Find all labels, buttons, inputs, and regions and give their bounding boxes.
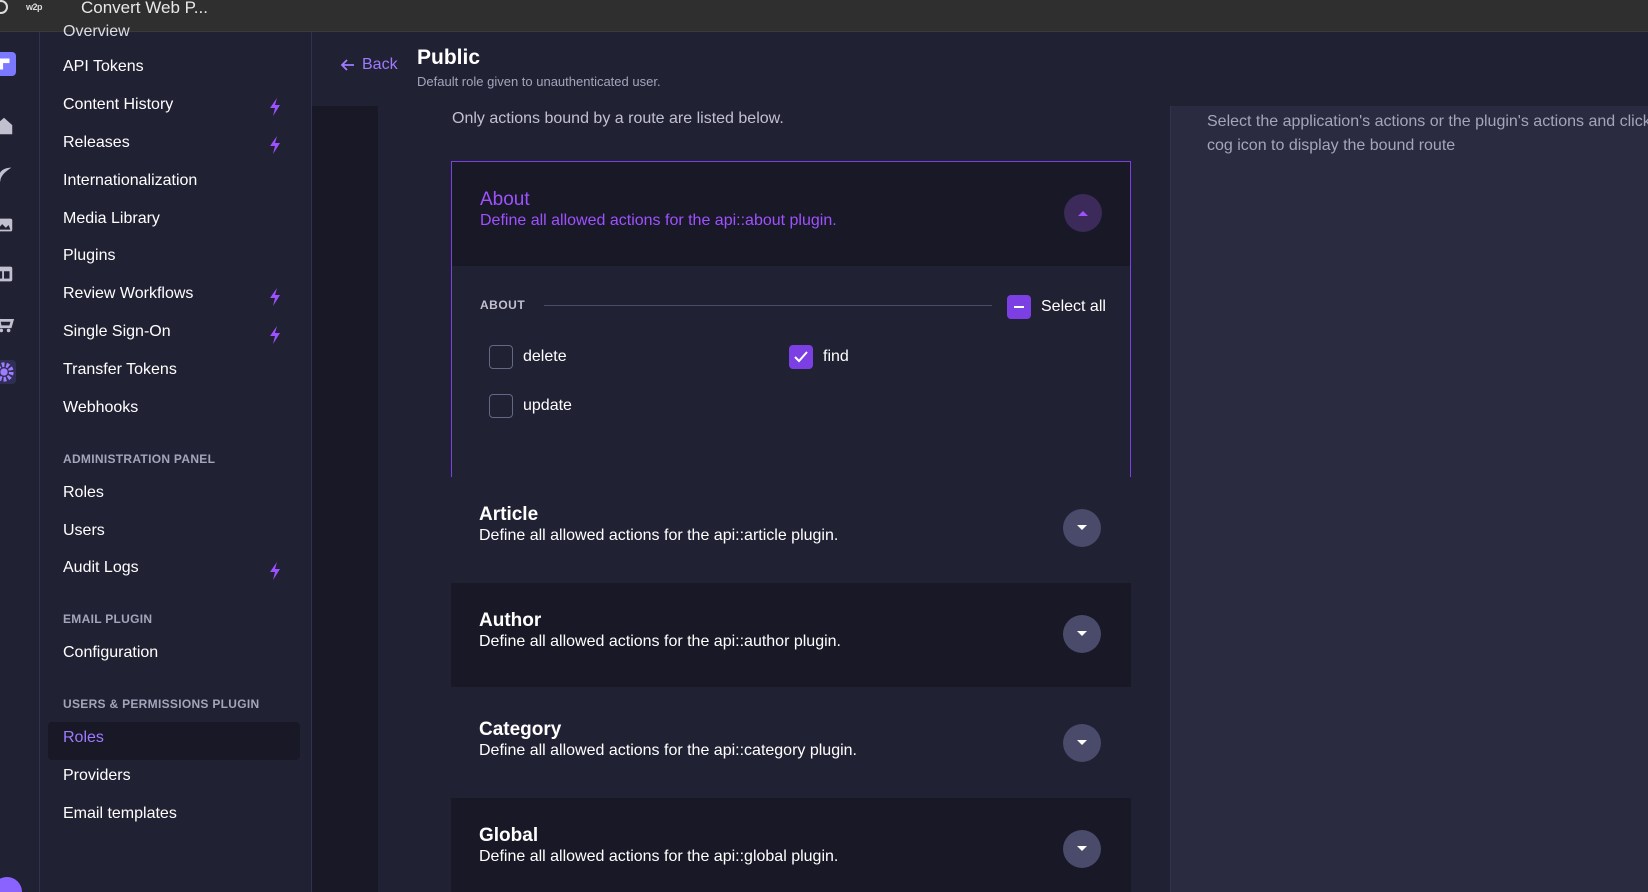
chevron-down-icon [1077,631,1087,636]
subnav-item-plugins[interactable]: Plugins [63,247,115,265]
page-header: Back Public Default role given to unauth… [312,32,1648,106]
cog-icon[interactable] [0,360,16,384]
accordion-article[interactable]: Article Define all allowed actions for t… [451,477,1131,581]
subnav-item-content-history[interactable]: Content History [63,96,173,114]
chevron-up-icon [1078,211,1088,216]
settings-subnav: Overview API Tokens Content History Rele… [40,23,312,892]
subnav-item-review-workflows[interactable]: Review Workflows [63,285,193,303]
feather-icon[interactable] [0,163,16,187]
page-title: Public [417,46,481,69]
expand-toggle[interactable] [1063,724,1101,762]
accordion-title: Author [479,610,542,631]
select-all-label: Select all [1041,298,1106,315]
accordion-title: About [480,189,530,210]
accordion-about: About Define all allowed actions for the… [451,161,1131,495]
chevron-down-icon [1077,525,1087,530]
permissions-panel: Only actions bound by a route are listed… [378,106,1170,892]
bound-route-panel: Select the application's actions or the … [1170,106,1648,892]
subnav-item-users[interactable]: Users [63,522,105,540]
section-title-administration: ADMINISTRATION PANEL [63,452,216,466]
select-all-checkbox[interactable]: Select all [1007,295,1106,319]
permission-delete[interactable]: delete [489,345,567,369]
expand-toggle[interactable] [1063,615,1101,653]
section-title-email-plugin: EMAIL PLUGIN [63,612,153,626]
cart-icon[interactable] [0,312,16,336]
subnav-item-up-roles[interactable]: Roles [63,729,104,747]
os-title-bar: w2p Convert Web P... [0,0,1648,32]
permission-label: find [823,348,849,365]
accordion-description: Define all allowed actions for the api::… [479,742,857,759]
checkbox-unchecked[interactable] [489,394,513,418]
accordion-description: Define all allowed actions for the api::… [479,527,839,544]
accordion-description: Define all allowed actions for the api::… [479,633,841,650]
accordion-description: Define all allowed actions for the api::… [479,848,839,865]
section-title-users-permissions: USERS & PERMISSIONS PLUGIN [63,697,260,711]
permission-label: delete [523,348,567,365]
lightning-bolt-icon [270,98,280,116]
arrow-left-icon [340,59,354,71]
chevron-down-icon [1077,740,1087,745]
checkbox-indeterminate[interactable] [1007,295,1031,319]
layout-icon[interactable] [0,262,16,286]
chevron-down-icon [1077,846,1087,851]
accordion-about-header[interactable]: About Define all allowed actions for the… [452,162,1130,266]
media-icon[interactable] [0,213,16,237]
check-icon [794,351,808,363]
permission-update[interactable]: update [489,394,572,418]
subnav-item-webhooks[interactable]: Webhooks [63,399,138,417]
permission-find[interactable]: find [789,345,849,369]
lightning-bolt-icon [270,326,280,344]
group-divider [544,305,992,306]
back-label: Back [362,56,398,73]
subnav-item-single-sign-on[interactable]: Single Sign-On [63,323,171,341]
lightning-bolt-icon [270,562,280,580]
lightning-bolt-icon [270,288,280,306]
content-gutter [312,106,378,892]
os-menu-icon[interactable] [0,0,8,14]
accordion-title: Global [479,825,539,846]
accordion-category[interactable]: Category Define all allowed actions for … [451,692,1131,796]
permission-label: update [523,397,572,414]
permission-group-label: ABOUT [480,298,526,312]
subnav-item-api-tokens[interactable]: API Tokens [63,58,144,76]
collapse-toggle[interactable] [1064,194,1102,232]
bound-route-help: Select the application's actions or the … [1207,113,1648,154]
checkbox-checked[interactable] [789,345,813,369]
subnav-item-internationalization[interactable]: Internationalization [63,172,197,190]
minus-icon [1014,306,1024,308]
subnav-item-overview[interactable]: Overview [63,23,130,41]
back-link[interactable]: Back [340,56,398,74]
brand-logo-icon[interactable] [0,52,16,76]
accordion-author[interactable]: Author Define all allowed actions for th… [451,583,1131,687]
main-nav-rail [0,32,40,892]
expand-toggle[interactable] [1063,509,1101,547]
page-subtitle: Default role given to unauthenticated us… [417,74,661,89]
checkbox-unchecked[interactable] [489,345,513,369]
subnav-item-providers[interactable]: Providers [63,767,131,785]
user-avatar[interactable] [0,877,22,892]
window-title: Convert Web P... [81,0,208,17]
subnav-item-audit-logs[interactable]: Audit Logs [63,559,139,577]
subnav-item-email-configuration[interactable]: Configuration [63,644,158,662]
subnav-item-media-library[interactable]: Media Library [63,210,160,228]
subnav-item-releases[interactable]: Releases [63,134,130,152]
subnav-item-admin-roles[interactable]: Roles [63,484,104,502]
app-logo: w2p [26,2,43,12]
accordion-description: Define all allowed actions for the api::… [480,212,837,229]
accordion-global[interactable]: Global Define all allowed actions for th… [451,798,1131,892]
home-icon[interactable] [0,114,16,138]
subnav-item-transfer-tokens[interactable]: Transfer Tokens [63,361,177,379]
expand-toggle[interactable] [1063,830,1101,868]
lightning-bolt-icon [270,136,280,154]
permissions-intro: Only actions bound by a route are listed… [452,110,784,127]
accordion-title: Category [479,719,562,740]
subnav-item-email-templates[interactable]: Email templates [63,805,177,823]
accordion-title: Article [479,504,539,525]
